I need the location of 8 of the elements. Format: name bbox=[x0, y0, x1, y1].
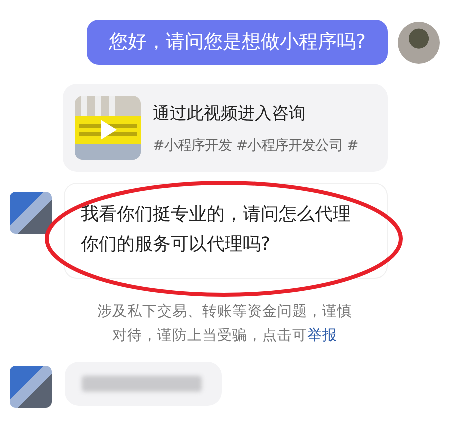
message-bubble: 我看你们挺专业的，请问怎么代理你们的服务可以代理吗? bbox=[65, 184, 387, 278]
message-bubble: 您好，请问您是想做小程序吗? bbox=[86, 20, 388, 65]
report-link[interactable]: 举报 bbox=[308, 328, 338, 344]
card-title: 通过此视频进入咨询 bbox=[153, 102, 307, 124]
video-card[interactable]: 通过此视频进入咨询 #小程序开发 #小程序开发公司 # bbox=[63, 84, 388, 172]
avatar[interactable] bbox=[398, 22, 440, 64]
warning-notice: 涉及私下交易、转账等资金问题，谨慎对待，谨防上当受骗，点击可举报 bbox=[96, 302, 354, 346]
hashtags: #小程序开发 #小程序开发公司 # bbox=[153, 136, 358, 154]
